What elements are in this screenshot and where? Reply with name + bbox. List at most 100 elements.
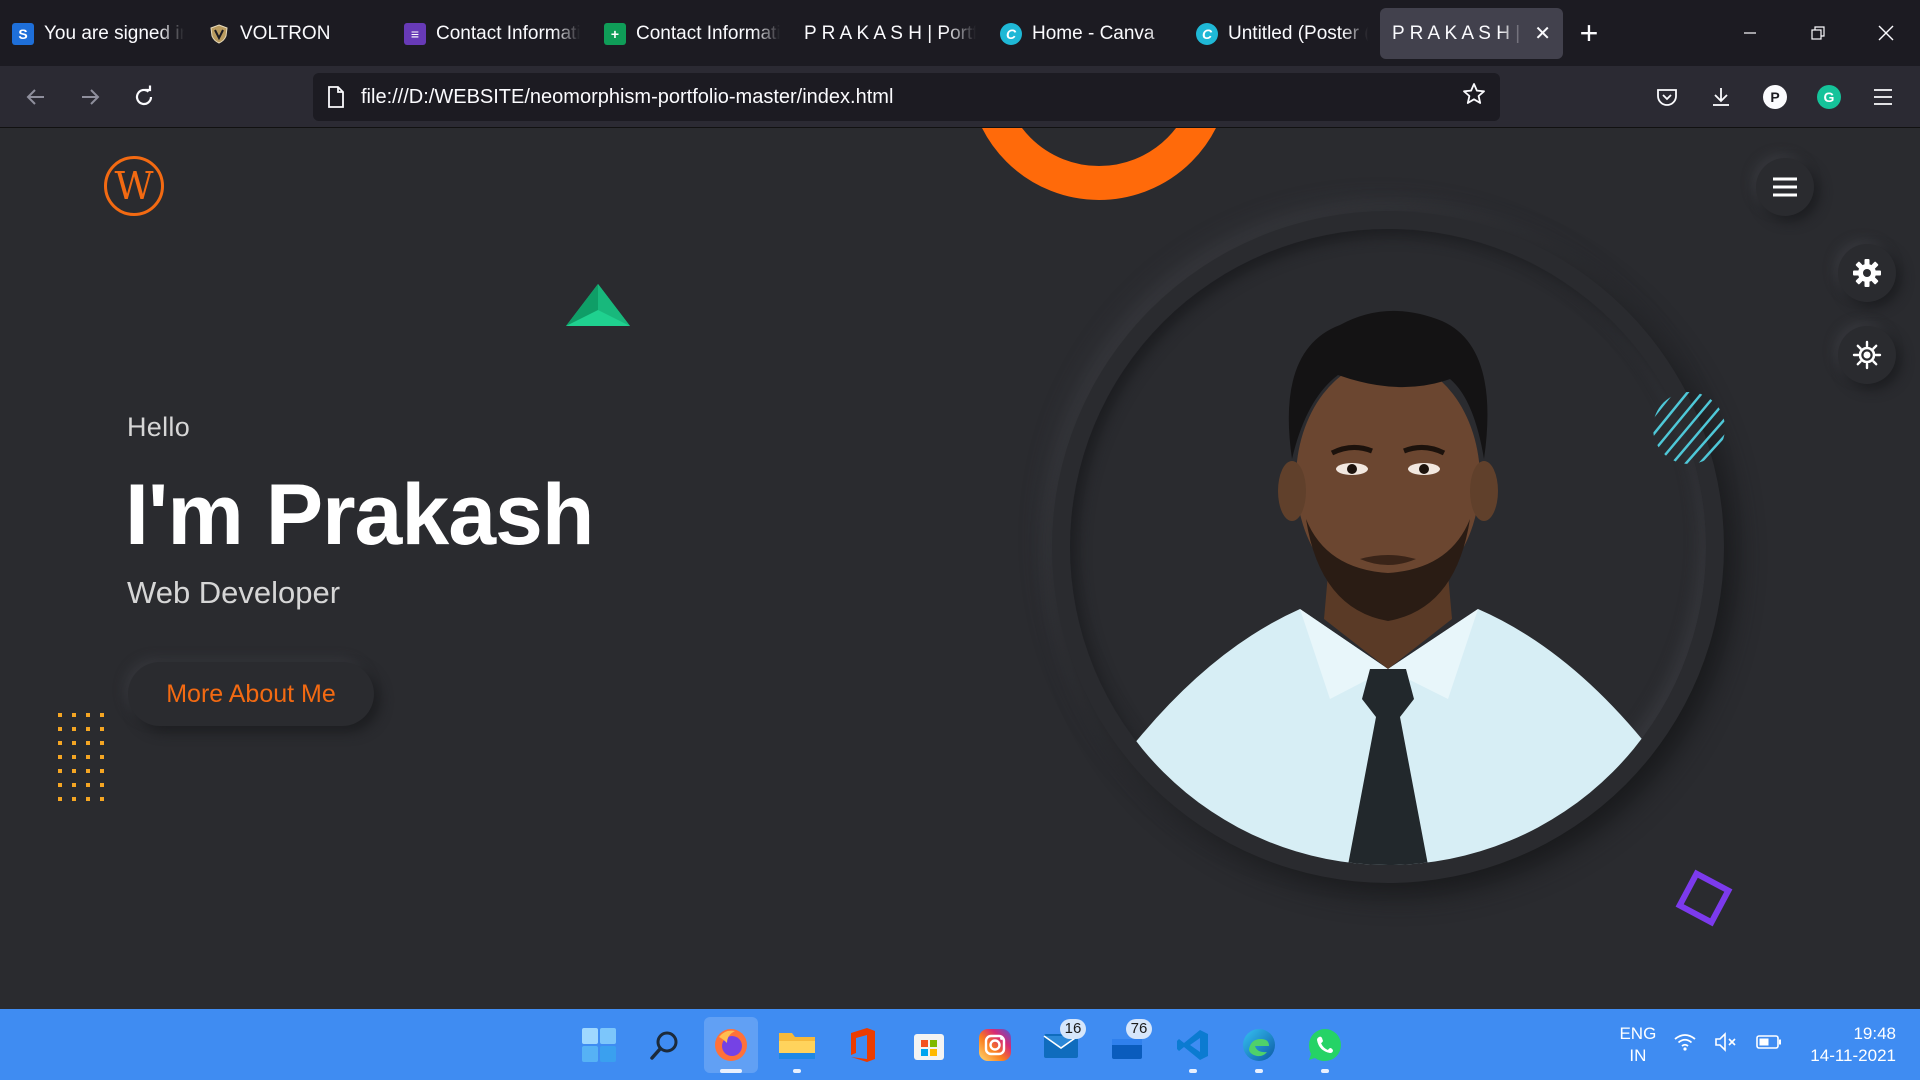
- forward-button[interactable]: [63, 75, 117, 119]
- more-about-me-button[interactable]: More About Me: [128, 662, 374, 726]
- mail-badge: 16: [1060, 1018, 1086, 1039]
- profile-button[interactable]: P: [1748, 75, 1802, 119]
- instagram-icon: [979, 1028, 1011, 1061]
- bookmark-star-icon[interactable]: [1462, 82, 1486, 112]
- close-tab-icon[interactable]: ✕: [1534, 21, 1551, 46]
- reload-icon: [135, 85, 153, 105]
- tab-label: Contact Information: [436, 22, 580, 44]
- firefox-icon: [715, 1028, 747, 1061]
- pocket-button[interactable]: [1640, 75, 1694, 119]
- portrait-photo: [1070, 310, 1706, 865]
- tab-label: Untitled (Poster (: [1228, 22, 1368, 44]
- hamburger-icon: [1773, 177, 1797, 197]
- portrait-inner: [1070, 229, 1706, 865]
- settings-button[interactable]: [1838, 244, 1896, 302]
- downloads-button[interactable]: [1694, 75, 1748, 119]
- taskbar-whatsapp[interactable]: [1298, 1017, 1352, 1073]
- store-icon: [914, 1033, 944, 1060]
- running-indicator: [1189, 1068, 1197, 1073]
- running-indicator: [793, 1068, 801, 1073]
- shield-icon: [208, 23, 230, 45]
- clock-date: 14-11-2021: [1810, 1045, 1896, 1065]
- tab-canva-untitled[interactable]: C Untitled (Poster (: [1184, 8, 1380, 59]
- tab-canva-home[interactable]: C Home - Canva: [988, 8, 1184, 59]
- window-controls: [1716, 0, 1920, 66]
- s-icon: S: [12, 22, 34, 45]
- taskbar-store[interactable]: [902, 1017, 956, 1073]
- lang-line2: IN: [1629, 1045, 1647, 1065]
- tab-contact-sheets[interactable]: + Contact Information: [592, 8, 792, 59]
- canva-icon: C: [1000, 22, 1022, 45]
- page-icon: [327, 86, 345, 108]
- grammarly-icon: G: [1817, 85, 1841, 109]
- wifi-icon[interactable]: [1674, 1033, 1696, 1056]
- toolbar-actions: P G: [1640, 75, 1910, 119]
- tab-voltron[interactable]: VOLTRON: [196, 8, 392, 59]
- start-button[interactable]: [572, 1017, 626, 1073]
- hero-role: Web Developer: [127, 575, 341, 610]
- close-window-icon[interactable]: [1852, 0, 1920, 66]
- windows-logo-icon: [582, 1027, 616, 1062]
- taskbar-instagram[interactable]: [968, 1017, 1022, 1073]
- office-icon: [851, 1027, 875, 1062]
- decorative-triangle: [566, 284, 630, 326]
- new-tab-button[interactable]: +: [1563, 8, 1615, 59]
- taskbar-edge[interactable]: [1232, 1017, 1286, 1073]
- theme-toggle-button[interactable]: [1838, 326, 1896, 384]
- tab-portfolio[interactable]: P R A K A S H | Portfolio: [792, 8, 988, 59]
- taskbar-file-explorer[interactable]: [770, 1017, 824, 1073]
- running-indicator: [720, 1068, 742, 1073]
- grammarly-button[interactable]: G: [1802, 75, 1856, 119]
- tab-label: P R A K A S H | Ne: [1392, 22, 1524, 44]
- edge-icon: [1243, 1028, 1275, 1061]
- clock[interactable]: 19:48 14-11-2021: [1810, 1023, 1896, 1067]
- lang-line1: ENG: [1619, 1023, 1657, 1043]
- site-menu-button[interactable]: [1756, 158, 1814, 216]
- tab-label: Home - Canva: [1032, 22, 1155, 44]
- canva-icon: C: [1196, 22, 1218, 45]
- browser-tab-strip: S You are signed in VOLTRON ≡ Contact In…: [0, 0, 1920, 66]
- download-icon: [1713, 88, 1729, 106]
- tab-label: Contact Information: [636, 22, 780, 44]
- url-text: file:///D:/WEBSITE/neomorphism-portfolio…: [361, 85, 894, 108]
- running-indicator: [1321, 1068, 1329, 1073]
- tab-contact-forms[interactable]: ≡ Contact Information: [392, 8, 592, 59]
- taskbar-mail[interactable]: 16: [1034, 1017, 1088, 1073]
- pocket-icon: [1657, 89, 1677, 106]
- decorative-orange-ring: [968, 128, 1230, 200]
- arrow-right-icon: [82, 88, 100, 105]
- tab-label: P R A K A S H | Portfolio: [804, 22, 976, 44]
- hero-name: I'm Prakash: [125, 467, 594, 563]
- taskbar-todo[interactable]: 76: [1100, 1017, 1154, 1073]
- hamburger-icon: [1874, 89, 1892, 105]
- decorative-square: [1675, 869, 1733, 927]
- running-indicator: [1255, 1068, 1263, 1073]
- tab-label: VOLTRON: [240, 22, 331, 44]
- portfolio-page: W Hello I'm Prakash Web Developer More A…: [0, 128, 1920, 1009]
- profile-avatar: P: [1763, 85, 1787, 109]
- language-indicator[interactable]: ENG IN: [1619, 1023, 1656, 1067]
- sheets-icon: +: [604, 22, 626, 45]
- restore-icon[interactable]: [1784, 0, 1852, 66]
- taskbar-firefox[interactable]: [704, 1016, 758, 1073]
- browser-nav-bar: file:///D:/WEBSITE/neomorphism-portfolio…: [0, 66, 1920, 128]
- taskbar-apps: 16 76: [572, 1009, 1352, 1080]
- taskbar-office[interactable]: [836, 1017, 890, 1073]
- tab-signed-in[interactable]: S You are signed in: [0, 8, 196, 59]
- address-bar[interactable]: file:///D:/WEBSITE/neomorphism-portfolio…: [313, 73, 1500, 121]
- minimize-icon[interactable]: [1716, 0, 1784, 66]
- taskbar-search-button[interactable]: [638, 1017, 692, 1073]
- decorative-dot-grid: [58, 713, 104, 801]
- volume-muted-icon[interactable]: [1714, 1032, 1738, 1057]
- reload-button[interactable]: [117, 75, 171, 119]
- greeting-text: Hello: [127, 412, 191, 442]
- whatsapp-icon: [1309, 1028, 1341, 1061]
- todo-badge: 76: [1126, 1018, 1152, 1039]
- site-logo[interactable]: W: [104, 156, 164, 216]
- battery-icon[interactable]: [1756, 1034, 1782, 1055]
- back-button[interactable]: [9, 75, 63, 119]
- taskbar-vscode[interactable]: [1166, 1017, 1220, 1073]
- tab-active-portfolio[interactable]: P R A K A S H | Ne ✕: [1380, 8, 1563, 59]
- arrow-left-icon: [26, 88, 44, 105]
- menu-button[interactable]: [1856, 75, 1910, 119]
